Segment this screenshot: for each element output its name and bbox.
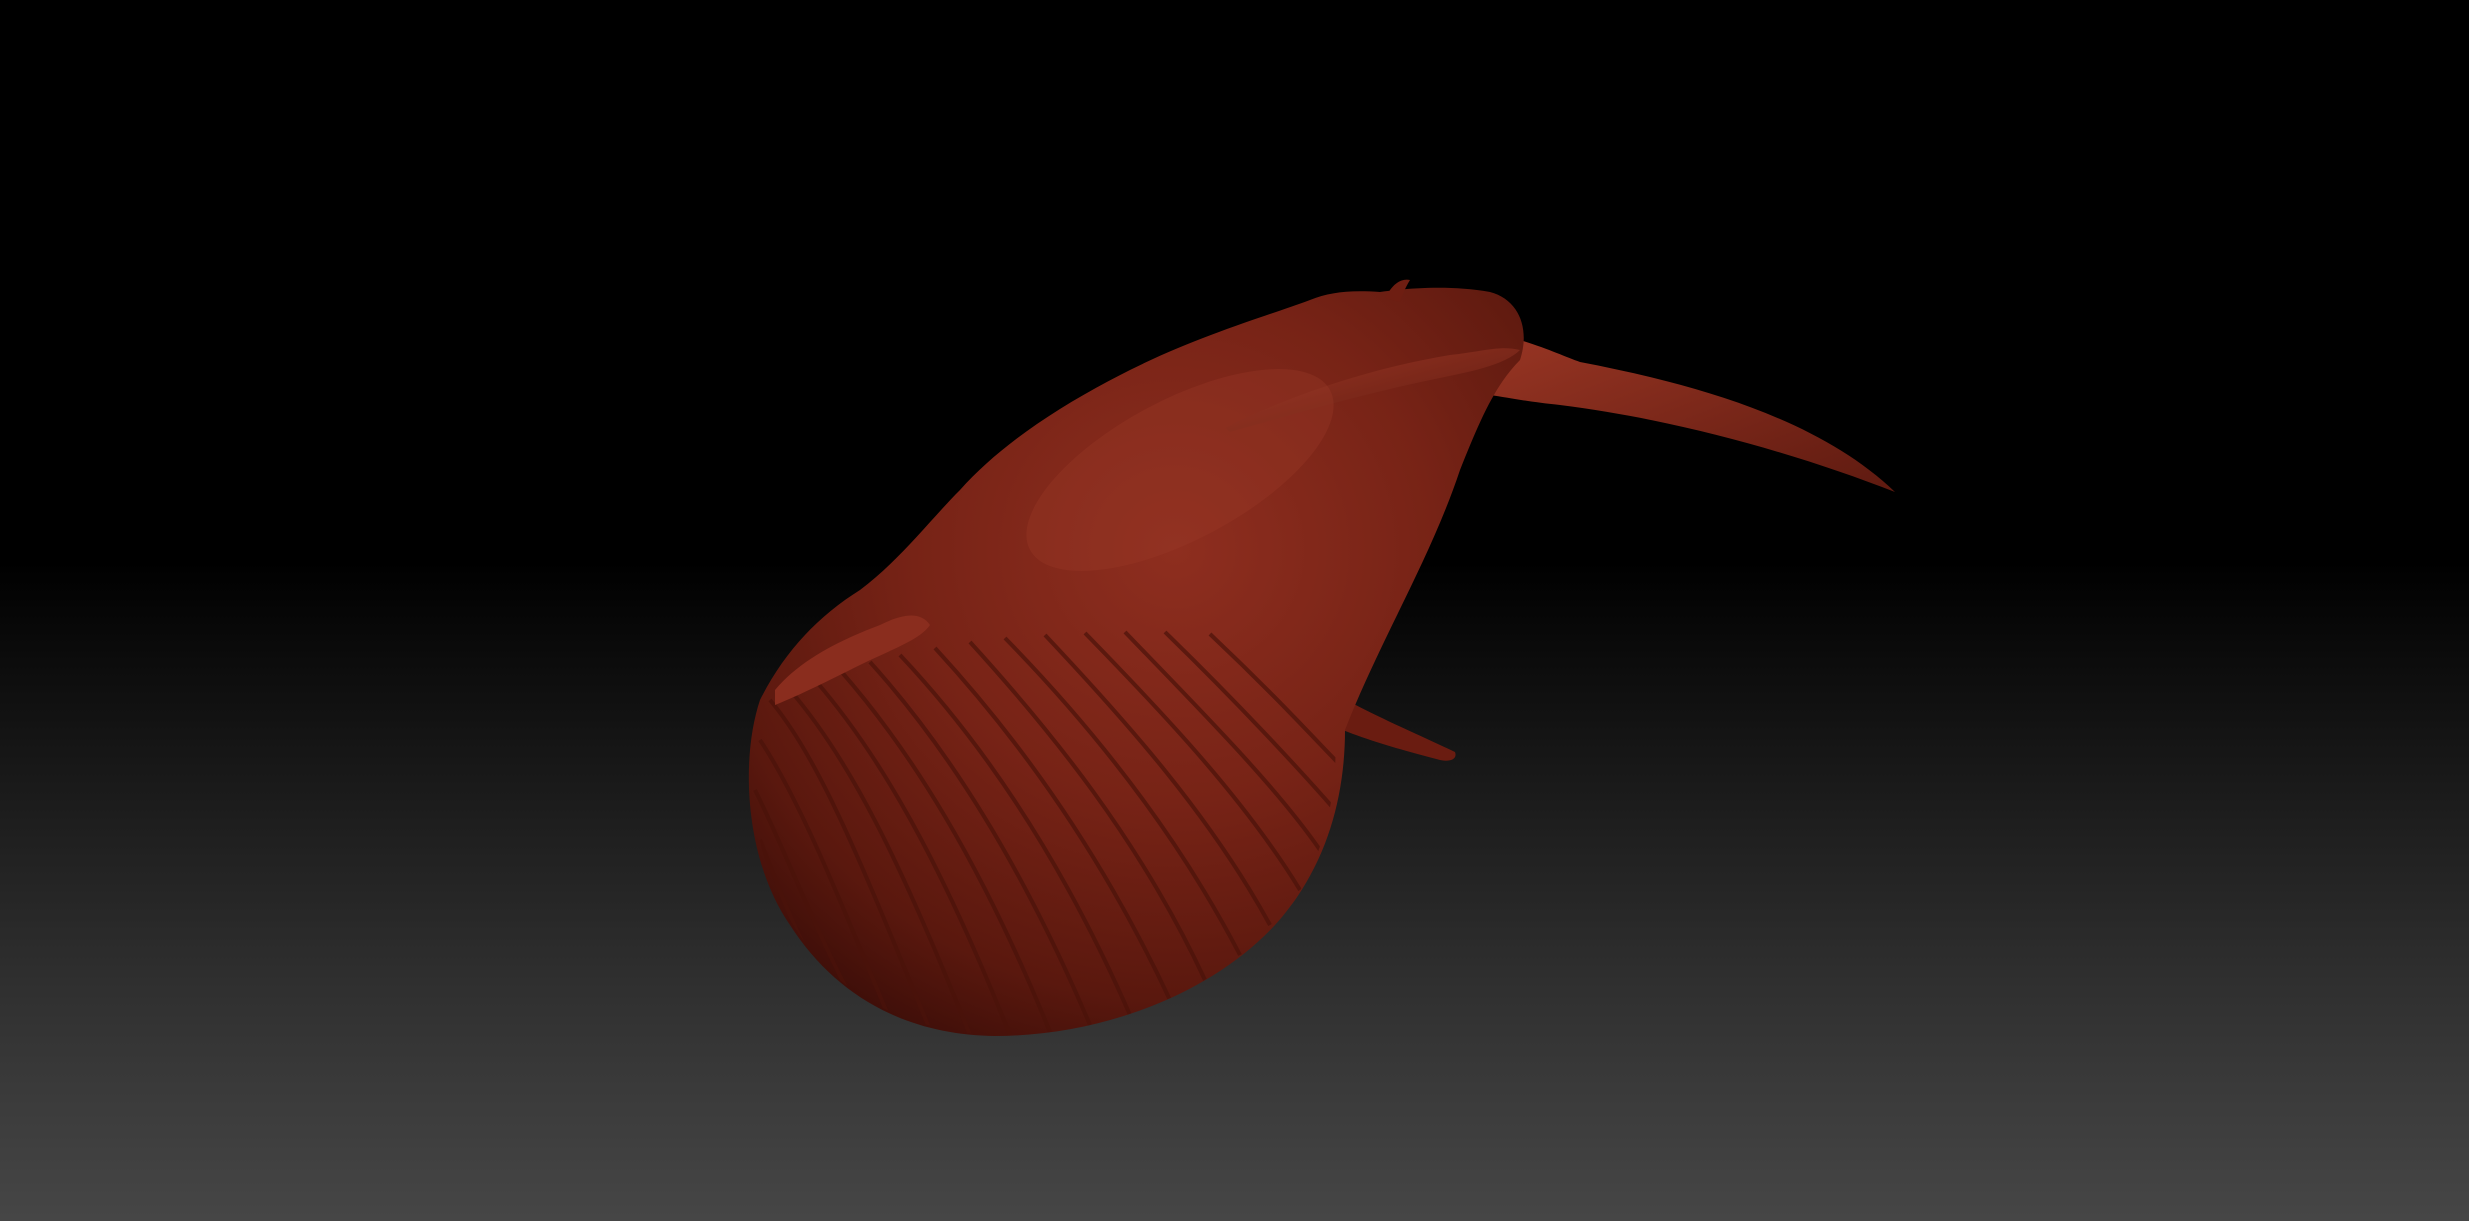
canvas-viewport[interactable] (0, 0, 2469, 1221)
tail-fluke (1480, 330, 1895, 492)
sculpt-scene (748, 279, 1895, 1037)
